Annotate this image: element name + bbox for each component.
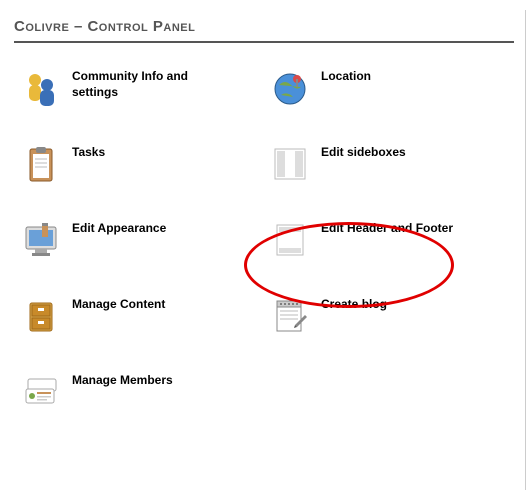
right-divider bbox=[525, 10, 526, 490]
drawer-icon bbox=[20, 295, 62, 337]
create-blog-item[interactable]: Create blog bbox=[269, 295, 508, 337]
notepad-icon bbox=[269, 295, 311, 337]
item-label: Community Info and settings bbox=[72, 67, 212, 100]
manage-members-item[interactable]: Manage Members bbox=[20, 371, 259, 413]
edit-header-footer-item[interactable]: Edit Header and Footer bbox=[269, 219, 508, 261]
page-title: Colivre – Control Panel bbox=[14, 18, 514, 43]
edit-appearance-item[interactable]: Edit Appearance bbox=[20, 219, 259, 261]
clipboard-icon bbox=[20, 143, 62, 185]
location-item[interactable]: Location bbox=[269, 67, 508, 109]
item-label: Edit Appearance bbox=[72, 219, 166, 237]
edit-sideboxes-item[interactable]: Edit sideboxes bbox=[269, 143, 508, 185]
people-icon bbox=[20, 67, 62, 109]
item-label: Manage Content bbox=[72, 295, 165, 313]
item-label: Edit sideboxes bbox=[321, 143, 406, 161]
globe-icon bbox=[269, 67, 311, 109]
header-footer-icon bbox=[269, 219, 311, 261]
community-info-item[interactable]: Community Info and settings bbox=[20, 67, 259, 109]
manage-content-item[interactable]: Manage Content bbox=[20, 295, 259, 337]
control-panel-grid: Community Info and settings Location bbox=[14, 61, 514, 419]
item-label: Location bbox=[321, 67, 371, 85]
appearance-icon bbox=[20, 219, 62, 261]
item-label: Manage Members bbox=[72, 371, 173, 389]
members-icon bbox=[20, 371, 62, 413]
item-label: Edit Header and Footer bbox=[321, 219, 453, 237]
tasks-item[interactable]: Tasks bbox=[20, 143, 259, 185]
item-label: Tasks bbox=[72, 143, 105, 161]
sideboxes-icon bbox=[269, 143, 311, 185]
item-label: Create blog bbox=[321, 295, 387, 313]
